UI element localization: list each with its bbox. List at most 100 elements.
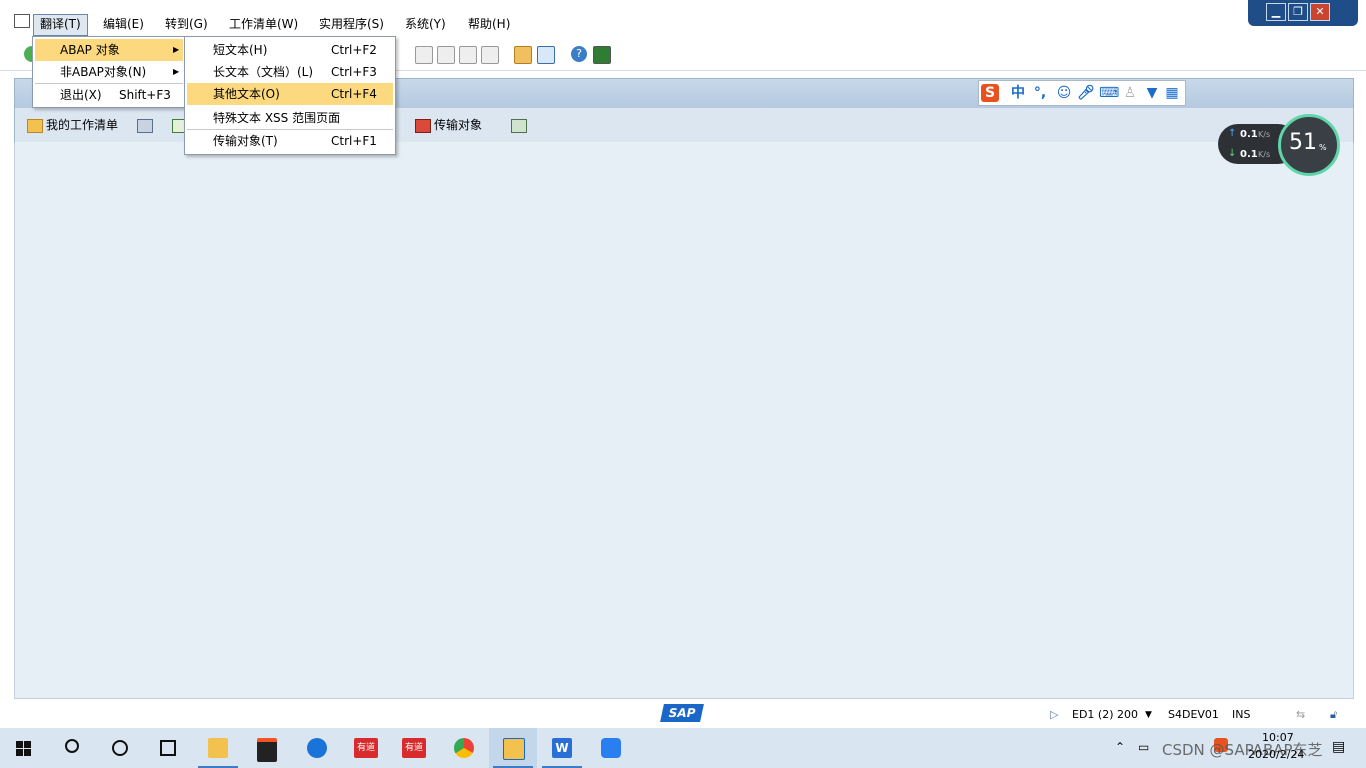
store-bag-icon	[257, 738, 277, 762]
first-page-icon[interactable]	[415, 46, 433, 64]
menu-item-abap-objects[interactable]: ABAP 对象 ▶	[35, 39, 183, 61]
taskbar-store[interactable]	[243, 728, 291, 768]
last-page-icon[interactable]	[481, 46, 499, 64]
status-bar: SAP ▷ ED1 (2) 200 ▼ S4DEV01 INS ⇆ 🔓︎	[0, 700, 1366, 728]
server-name: S4DEV01	[1168, 708, 1219, 721]
network-speed-widget[interactable]: ↑ 0.1 K/s ↓ 0.1 K/s 51 %	[1218, 114, 1340, 176]
start-button[interactable]	[0, 728, 48, 768]
restore-icon[interactable]: ❐	[1288, 3, 1308, 21]
ime-toolbar: S 中 °, ☺ 🎤︎ ⌨ ♙ ▼ ▦	[978, 80, 1186, 106]
search-button[interactable]	[48, 728, 96, 768]
menu-system[interactable]: 系统(Y)	[399, 14, 452, 34]
new-session-icon[interactable]	[514, 46, 532, 64]
mail-button[interactable]	[137, 117, 156, 133]
taskbar-edge[interactable]	[293, 728, 341, 768]
menu-item-label: 特殊文本 XSS 范围页面	[213, 111, 341, 125]
skin-shirt-icon[interactable]: ▼	[1143, 84, 1161, 102]
clock-date[interactable]: 2020/2/24	[1248, 748, 1304, 761]
next-page-icon[interactable]	[459, 46, 477, 64]
transport-object-button[interactable]: 传输对象	[415, 117, 482, 133]
taskbar-sap-logon[interactable]	[489, 728, 537, 768]
menu-goto[interactable]: 转到(G)	[159, 14, 214, 34]
system-dropdown-icon[interactable]: ▼	[1145, 708, 1152, 722]
close-icon[interactable]: ✕	[1310, 3, 1330, 21]
task-view-button[interactable]	[144, 728, 192, 768]
notes-icon	[601, 738, 621, 758]
taskbar-youdao-1[interactable]: 有道	[342, 728, 390, 768]
taskbar-youdao-2[interactable]: 有道	[390, 728, 438, 768]
sap-logo: SAP	[660, 704, 704, 722]
submenu-item-special-text[interactable]: 特殊文本 XSS 范围页面	[187, 107, 393, 129]
tray-expand-icon[interactable]: ⌃	[1115, 740, 1125, 754]
toolbox-grid-icon[interactable]: ▦	[1163, 84, 1181, 102]
menu-item-shortcut: Shift+F3	[119, 88, 171, 102]
layout-menu-icon[interactable]	[593, 46, 611, 64]
download-unit: K/s	[1258, 150, 1271, 159]
menu-worklist[interactable]: 工作清单(W)	[223, 14, 304, 34]
unlock-icon[interactable]: 🔓︎	[1330, 708, 1337, 722]
clock-time[interactable]: 10:07	[1262, 731, 1294, 744]
submenu-item-short-text[interactable]: 短文本(H) Ctrl+F2	[187, 39, 393, 61]
menu-item-non-abap-objects[interactable]: 非ABAP对象(N) ▶	[35, 61, 183, 83]
task-view-icon	[160, 740, 176, 756]
menu-bar: 翻译(T) 编辑(E) 转到(G) 工作清单(W) 实用程序(S) 系统(Y) …	[0, 8, 1366, 38]
submenu-item-transport-object[interactable]: 传输对象(T) Ctrl+F1	[187, 130, 393, 152]
status-settings-icon[interactable]: ⇆	[1296, 708, 1305, 722]
microphone-icon[interactable]: 🎤︎	[1077, 84, 1095, 102]
transport-object-label: 传输对象	[434, 118, 483, 132]
chrome-icon	[454, 738, 474, 758]
taskbar-wps[interactable]: W	[538, 728, 586, 768]
emoji-icon[interactable]: ☺	[1055, 84, 1073, 102]
taskbar-chrome[interactable]	[440, 728, 488, 768]
help-icon[interactable]: ?	[571, 46, 587, 62]
submenu-item-other-text[interactable]: 其他文本(O) Ctrl+F4	[187, 83, 393, 105]
envelope-icon	[137, 118, 153, 133]
youdao-icon: 有道	[354, 738, 378, 758]
previous-page-icon[interactable]	[437, 46, 455, 64]
shortcut-icon[interactable]	[537, 46, 555, 64]
menu-item-label: 传输对象(T)	[213, 134, 278, 148]
menu-item-shortcut: Ctrl+F3	[331, 65, 377, 79]
edge-icon	[307, 738, 327, 758]
menu-utilities[interactable]: 实用程序(S)	[313, 14, 390, 34]
download-speed: 0.1	[1240, 149, 1258, 160]
menu-edit[interactable]: 编辑(E)	[97, 14, 150, 34]
window-menu-icon[interactable]	[14, 14, 30, 28]
cortana-button[interactable]	[96, 728, 144, 768]
input-mode: INS	[1232, 708, 1251, 721]
menu-item-shortcut: Ctrl+F4	[331, 87, 377, 101]
menu-item-label: ABAP 对象	[60, 43, 120, 57]
notification-icon[interactable]: ▤	[1332, 739, 1345, 755]
download-arrow-icon: ↓	[1228, 148, 1237, 159]
submenu-item-long-text[interactable]: 长文本（文档）(L) Ctrl+F3	[187, 61, 393, 83]
menu-item-shortcut: Ctrl+F2	[331, 43, 377, 57]
menu-help[interactable]: 帮助(H)	[462, 14, 516, 34]
menu-item-label: 退出(X)	[60, 88, 102, 102]
status-expand-icon[interactable]: ▷	[1050, 708, 1058, 722]
upload-speed: 0.1	[1240, 129, 1258, 140]
menu-item-exit[interactable]: 退出(X) Shift+F3	[35, 84, 183, 106]
upload-arrow-icon: ↑	[1228, 128, 1237, 139]
ime-punctuation[interactable]: °,	[1031, 84, 1049, 102]
menu-translate[interactable]: 翻译(T)	[33, 14, 88, 36]
minimize-icon[interactable]: ▁	[1266, 3, 1286, 21]
keyboard-icon[interactable]: ⌨	[1099, 84, 1119, 102]
menu-item-label: 长文本（文档）(L)	[213, 65, 314, 79]
battery-icon[interactable]: ▭	[1138, 740, 1149, 754]
submenu-arrow-icon: ▶	[173, 67, 180, 76]
menu-item-shortcut: Ctrl+F1	[331, 134, 377, 148]
settings-icon	[511, 118, 527, 133]
taskbar-notes[interactable]	[587, 728, 635, 768]
main-content-area	[14, 142, 1354, 699]
settings-button[interactable]	[511, 117, 530, 133]
user-icon[interactable]: ♙	[1121, 84, 1139, 102]
memory-usage-gauge: 51 %	[1278, 114, 1340, 176]
ime-mode[interactable]: 中	[1009, 84, 1027, 102]
my-worklist-button[interactable]: 我的工作清单	[27, 117, 118, 133]
taskbar-file-explorer[interactable]	[194, 728, 242, 768]
folder-icon	[208, 738, 228, 758]
windows-taskbar: 有道 有道 W ⌃ ▭ CSDN @SAPABAP东芝 10:07 2020/2…	[0, 728, 1366, 768]
sogou-logo-icon[interactable]: S	[981, 84, 999, 102]
memory-percent: 51	[1289, 130, 1317, 155]
upload-unit: K/s	[1258, 130, 1271, 139]
